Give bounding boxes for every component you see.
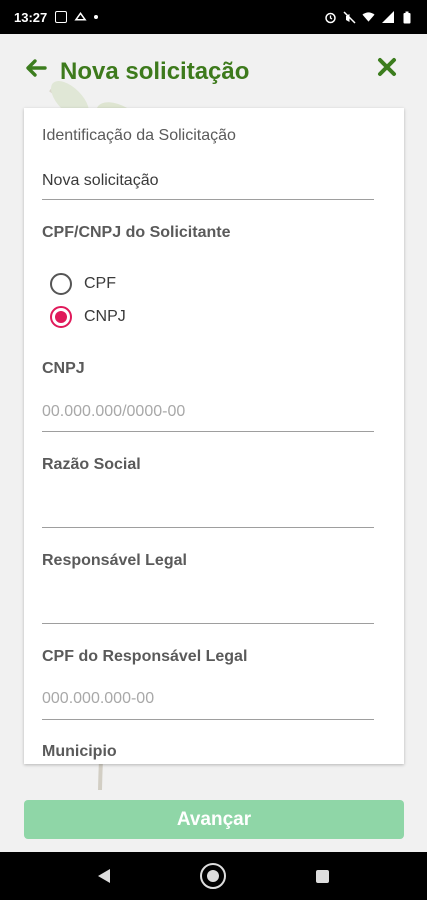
cnpj-input[interactable]: 00.000.000/0000-00 (42, 403, 185, 421)
cnpj-label: CNPJ (42, 360, 85, 377)
nav-home-icon[interactable] (200, 863, 226, 889)
radio-cpf-label: CPF (84, 275, 116, 292)
cpf-cnpj-label: CPF/CNPJ do Solicitante (42, 224, 231, 241)
battery-icon (400, 11, 413, 24)
cnpj-underline (42, 431, 374, 432)
razao-social-input[interactable] (42, 527, 374, 528)
radio-option-cpf[interactable]: CPF (50, 273, 116, 295)
identification-label: Identificação da Solicitação (42, 127, 236, 144)
nav-recents-icon[interactable] (316, 869, 329, 883)
radio-option-cnpj[interactable]: CNPJ (50, 306, 126, 328)
cpf-responsavel-label: CPF do Responsável Legal (42, 648, 248, 665)
identification-underline (42, 199, 374, 200)
razao-social-label: Razão Social (42, 456, 141, 473)
close-icon[interactable] (376, 56, 398, 78)
advance-button[interactable]: Avançar (24, 800, 404, 839)
radio-cnpj[interactable] (50, 306, 72, 328)
mute-icon (343, 10, 356, 24)
alarm-icon (324, 11, 337, 24)
cpf-responsavel-underline (42, 719, 374, 720)
status-time: 13:27 (14, 9, 48, 25)
navigation-bar (0, 852, 427, 900)
dot-icon (94, 15, 99, 19)
cloud-icon (74, 11, 87, 24)
cpf-responsavel-input[interactable]: 000.000.000-00 (42, 690, 154, 708)
radio-cnpj-label: CNPJ (84, 308, 126, 325)
radio-cpf[interactable] (50, 273, 72, 295)
responsavel-legal-label: Responsável Legal (42, 552, 187, 569)
calendar-icon (55, 11, 68, 23)
responsavel-legal-input[interactable] (42, 623, 374, 624)
page-title: Nova solicitação (60, 58, 250, 85)
municipio-label: Municipio (42, 743, 117, 760)
status-bar: 13:27 (0, 0, 427, 34)
nav-back-icon[interactable] (98, 869, 110, 883)
identification-input[interactable]: Nova solicitação (42, 172, 159, 190)
arrow-left-icon[interactable] (24, 56, 48, 80)
signal-icon (381, 11, 394, 24)
form-card: Identificação da Solicitação Nova solici… (24, 108, 404, 764)
wifi-icon (362, 11, 375, 24)
